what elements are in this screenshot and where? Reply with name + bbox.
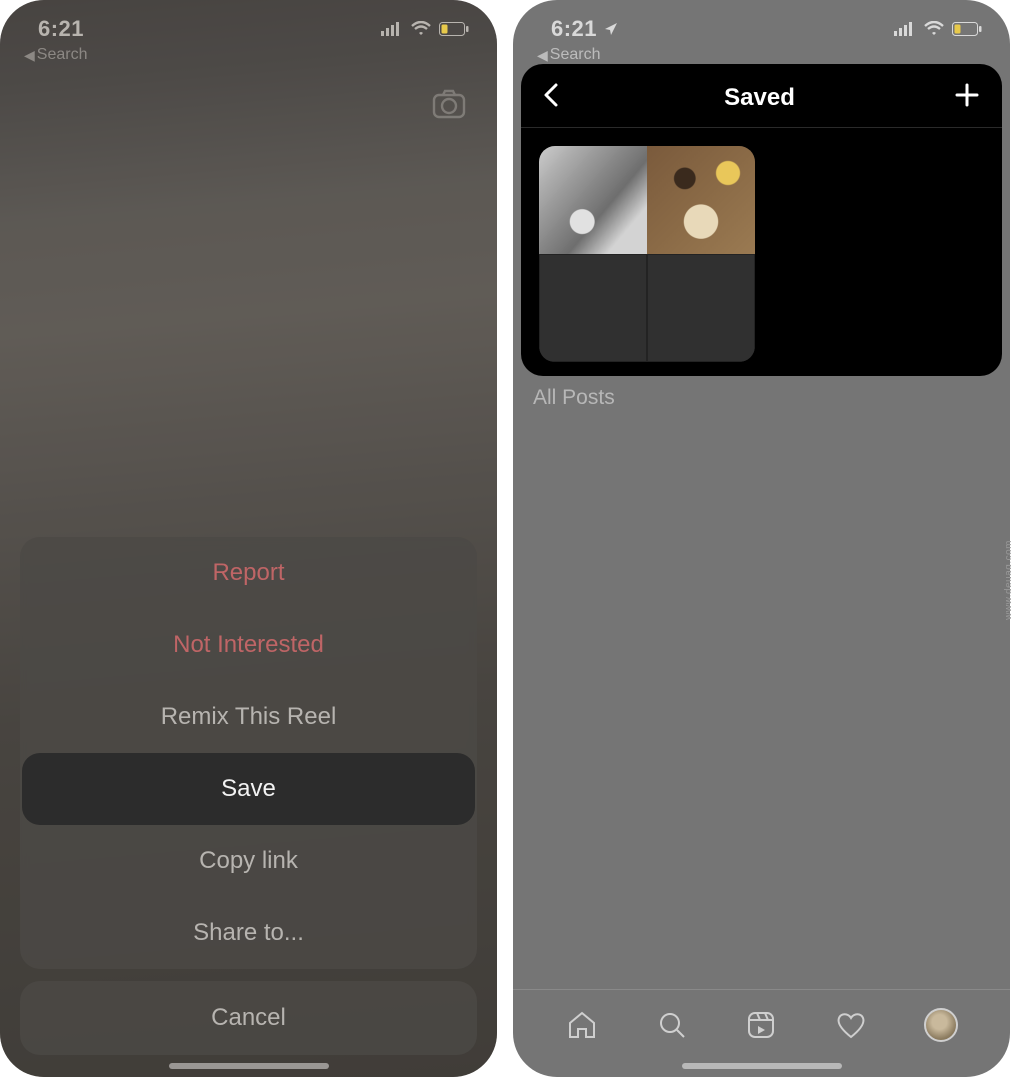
watermark: www.deuaq.com [1004,540,1011,620]
breadcrumb-back[interactable]: ◀ Search [0,44,497,64]
cell-signal-icon [381,21,403,37]
status-time: 6:21 [551,16,597,42]
action-sheet-group: Report Not Interested Remix This Reel Sa… [20,537,477,969]
tab-home[interactable] [565,1008,599,1042]
location-arrow-icon [603,21,619,37]
tab-activity[interactable] [834,1008,868,1042]
status-time: 6:21 [38,16,84,42]
back-button[interactable] [539,82,565,113]
saved-header: Saved [521,64,1002,127]
home-indicator[interactable] [682,1063,842,1069]
caret-left-icon: ◀ [24,47,35,64]
collection-label: All Posts [533,386,615,410]
share-to-button[interactable]: Share to... [20,897,477,969]
breadcrumb-label: Search [550,46,601,64]
cell-signal-icon [894,21,916,37]
battery-icon [952,22,982,36]
remix-reel-button[interactable]: Remix This Reel [20,681,477,753]
copy-link-button[interactable]: Copy link [20,825,477,897]
home-indicator[interactable] [169,1063,329,1069]
all-posts-collection[interactable] [539,146,755,362]
add-collection-button[interactable] [954,82,980,113]
report-button[interactable]: Report [20,537,477,609]
status-icons [894,21,982,37]
status-bar: 6:21 [0,0,497,44]
status-icons [381,21,469,37]
cancel-button[interactable]: Cancel [20,981,477,1055]
breadcrumb-label: Search [37,46,88,64]
saved-body [521,127,1002,376]
saved-panel: Saved [521,64,1002,376]
collection-thumb-3 [539,254,647,362]
collection-thumb-2 [647,146,755,254]
wifi-icon [923,21,945,37]
tab-reels[interactable] [744,1008,778,1042]
tab-search[interactable] [655,1008,689,1042]
collection-thumb-4 [647,254,755,362]
battery-icon [439,22,469,36]
tab-profile[interactable] [924,1008,958,1042]
camera-icon[interactable] [431,86,467,122]
status-bar: 6:21 [513,0,1010,44]
collection-thumb-1 [539,146,647,254]
save-button[interactable]: Save [22,753,475,825]
action-sheet: Report Not Interested Remix This Reel Sa… [20,537,477,1055]
breadcrumb-back[interactable]: ◀ Search [513,44,1010,64]
phone-left: 6:21 ◀ Search Report [0,0,497,1077]
not-interested-button[interactable]: Not Interested [20,609,477,681]
phone-right: 6:21 ◀ Search [513,0,1010,1077]
page-title: Saved [565,84,954,112]
wifi-icon [410,21,432,37]
caret-left-icon: ◀ [537,47,548,64]
